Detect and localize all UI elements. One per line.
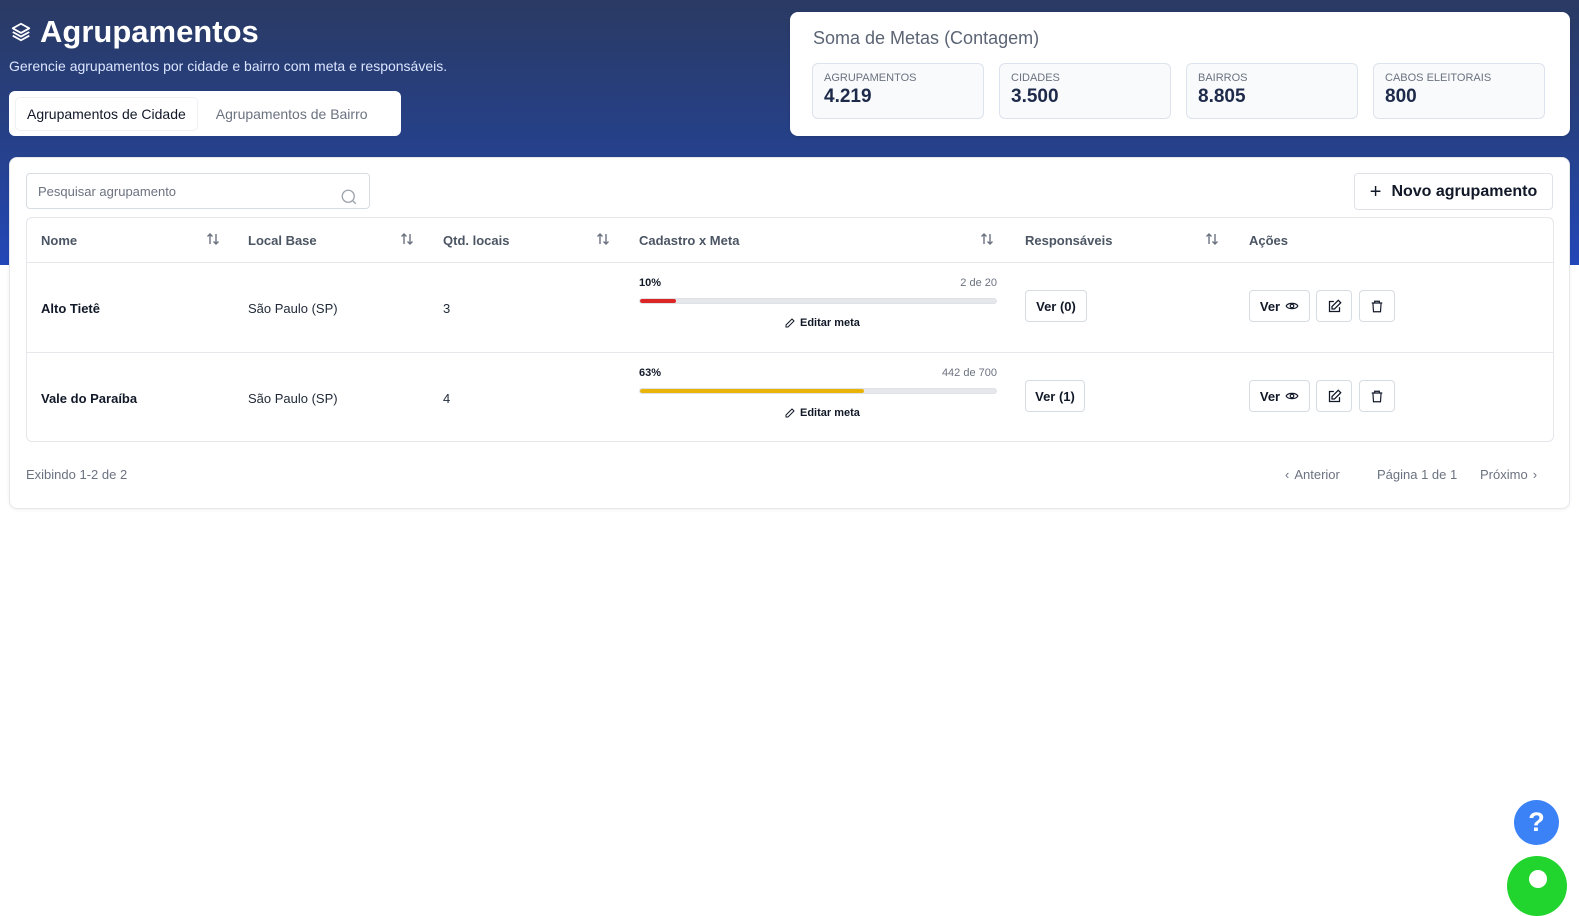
progress-fill [640,389,865,393]
row-nome: Vale do Paraíba [41,391,138,406]
stat-label: BAIRROS [1198,72,1248,84]
search-box [26,173,370,209]
stat-cidades: CIDADES 3.500 [999,63,1171,119]
view-button[interactable]: Ver [1249,380,1310,412]
stat-value: 3.500 [1011,86,1059,107]
delete-button[interactable] [1359,290,1395,322]
pagination-page: Página 1 de 1 [1377,467,1458,482]
responsaveis-button[interactable]: Ver (0) [1025,290,1087,322]
divider [27,262,1553,263]
progress-ratio: 2 de 20 [960,277,997,289]
tab-bar: Agrupamentos de Cidade Agrupamentos de B… [9,91,401,136]
page-header: Agrupamentos [10,14,259,50]
stat-value: 4.219 [824,86,872,107]
next-label: Próximo [1480,467,1528,482]
view-label: Ver [1259,298,1281,314]
eye-icon [1285,302,1299,310]
column-header-qtd-locais[interactable]: Qtd. locais [443,233,509,248]
sort-icon[interactable] [980,232,994,246]
stat-value: 8.805 [1198,86,1246,107]
stat-agrupamentos: AGRUPAMENTOS 4.219 [812,63,984,119]
progress-bar [639,388,997,394]
edit-meta-label: Editar meta [800,317,860,329]
stat-value: 800 [1385,86,1417,107]
pagination-summary: Exibindo 1-2 de 2 [26,467,128,482]
stat-label: AGRUPAMENTOS [824,72,917,84]
summary-card: Soma de Metas (Contagem) AGRUPAMENTOS 4.… [790,12,1570,136]
responsaveis-button[interactable]: Ver (1) [1025,380,1085,412]
layers-icon [11,22,31,42]
pagination-next[interactable]: Próximo › [1480,467,1537,482]
edit-meta-link[interactable]: Editar meta [784,317,860,329]
stat-label: CABOS ELEITORAIS [1385,72,1492,84]
edit-icon [1328,298,1342,312]
page-title: Agrupamentos [40,14,259,49]
search-icon[interactable] [340,188,358,206]
stat-label: CIDADES [1011,72,1060,84]
column-header-nome[interactable]: Nome [41,233,77,248]
column-header-acoes: Ações [1249,233,1289,248]
stat-cabos-eleitorais: CABOS ELEITORAIS 800 [1373,63,1545,119]
new-agrupamento-button[interactable]: + Novo agrupamento [1354,173,1553,210]
help-button[interactable]: ? [1514,800,1559,845]
view-button[interactable]: Ver [1249,290,1310,322]
progress-ratio: 442 de 700 [941,367,997,379]
edit-meta-label: Editar meta [800,407,860,419]
plus-icon: + [1369,180,1382,203]
edit-icon [1328,388,1342,402]
pencil-icon [785,408,795,418]
progress-percent: 63% [639,367,662,379]
row-local-base: São Paulo (SP) [248,301,338,316]
progress-bar [639,298,997,304]
progress-percent: 10% [639,277,662,289]
eye-icon [1285,392,1299,400]
agrupamentos-table: Nome Local Base Qtd. locais Cadastro x M… [26,217,1554,442]
tab-agrupamentos-bairro[interactable]: Agrupamentos de Bairro [205,98,379,130]
delete-button[interactable] [1359,380,1395,412]
summary-title: Soma de Metas (Contagem) [813,28,1040,48]
sort-icon[interactable] [400,232,414,246]
column-header-cadastro-meta[interactable]: Cadastro x Meta [639,233,739,248]
tab-agrupamentos-cidade[interactable]: Agrupamentos de Cidade [16,97,197,130]
edit-meta-link[interactable]: Editar meta [784,407,860,419]
row-qtd-locais: 4 [443,391,451,406]
trash-icon [1371,300,1383,312]
pencil-icon [785,318,795,328]
edit-button[interactable] [1316,380,1352,412]
sort-icon[interactable] [1205,232,1219,246]
page-subtitle: Gerencie agrupamentos por cidade e bairr… [9,58,448,74]
column-header-responsaveis[interactable]: Responsáveis [1025,233,1112,248]
view-label: Ver [1259,388,1281,404]
chevron-right-icon: › [1532,467,1538,482]
agrupamentos-card: + Novo agrupamento Nome Local Base Qtd. … [9,157,1570,509]
sort-icon[interactable] [596,232,610,246]
row-qtd-locais: 3 [443,301,451,316]
prev-label: Anterior [1294,467,1340,482]
new-agrupamento-label: Novo agrupamento [1391,182,1538,200]
progress-fill [640,299,676,303]
edit-button[interactable] [1316,290,1352,322]
trash-icon [1371,390,1383,402]
chat-icon [1529,870,1547,888]
stat-bairros: BAIRROS 8.805 [1186,63,1358,119]
row-local-base: São Paulo (SP) [248,391,338,406]
pagination-prev[interactable]: ‹ Anterior [1285,467,1340,482]
chat-button[interactable] [1507,856,1567,916]
chevron-left-icon: ‹ [1285,467,1290,482]
divider [27,352,1553,353]
column-header-local-base[interactable]: Local Base [248,233,317,248]
sort-icon[interactable] [206,232,220,246]
search-input[interactable] [38,183,318,199]
row-nome: Alto Tietê [41,301,100,316]
